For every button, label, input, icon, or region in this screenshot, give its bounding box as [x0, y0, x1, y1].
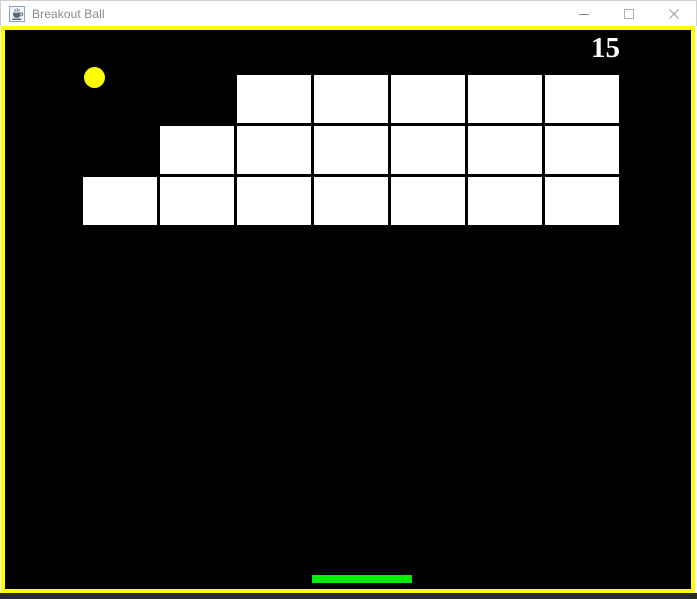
maximize-button[interactable] — [606, 1, 651, 26]
brick — [83, 177, 157, 225]
breakout-ball-window: Breakout Ball 15 — [0, 0, 697, 599]
window-bottom-edge — [0, 593, 697, 599]
minimize-button[interactable] — [561, 1, 606, 26]
game-frame: 15 — [1, 26, 695, 593]
window-controls — [561, 1, 696, 26]
brick — [391, 75, 465, 123]
game-paddle[interactable] — [312, 575, 412, 583]
close-button[interactable] — [651, 1, 696, 26]
brick — [391, 177, 465, 225]
game-canvas[interactable]: 15 — [5, 30, 691, 589]
brick — [545, 177, 619, 225]
brick — [468, 75, 542, 123]
brick — [391, 126, 465, 174]
brick — [237, 177, 311, 225]
brick — [160, 177, 234, 225]
brick — [314, 75, 388, 123]
java-coffee-cup-icon — [9, 5, 25, 22]
brick — [314, 177, 388, 225]
title-bar[interactable]: Breakout Ball — [0, 0, 697, 26]
brick — [468, 177, 542, 225]
brick — [237, 75, 311, 123]
brick — [545, 126, 619, 174]
brick — [237, 126, 311, 174]
brick — [314, 126, 388, 174]
brick — [545, 75, 619, 123]
brick — [468, 126, 542, 174]
window-title: Breakout Ball — [32, 6, 105, 21]
game-ball — [84, 67, 105, 88]
score-display: 15 — [591, 32, 620, 64]
brick — [160, 126, 234, 174]
